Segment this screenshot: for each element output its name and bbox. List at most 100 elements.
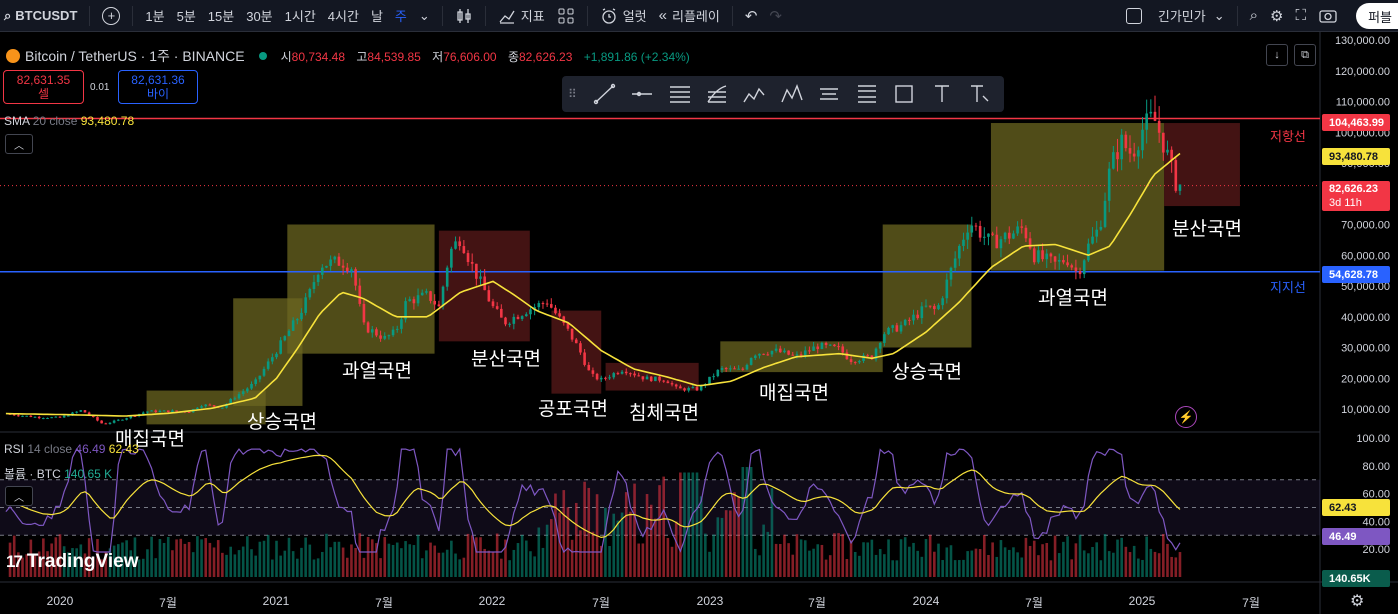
- chart-area[interactable]: 10,000.00 20,000.00 30,000.00 40,000.00 50,0…: [0, 32, 1398, 614]
- compare-button[interactable]: +: [96, 0, 126, 32]
- volume-bar: [279, 555, 282, 577]
- rsi-legend[interactable]: RSI 14 close 46.49 62.43: [4, 442, 139, 456]
- pattern-tool[interactable]: [736, 79, 773, 109]
- candle-body: [470, 262, 474, 264]
- candle-body: [987, 233, 990, 237]
- volume-bar: [196, 536, 199, 577]
- alert-label: 얼럿: [622, 9, 647, 24]
- candle-body: [387, 335, 391, 337]
- text-tool[interactable]: [923, 79, 960, 109]
- candle-body: [1128, 148, 1132, 154]
- volume-bar: [833, 533, 836, 577]
- grid-icon: [558, 8, 574, 23]
- candle-body: [1137, 150, 1140, 157]
- alert-button[interactable]: 얼럿: [594, 0, 653, 32]
- settings-button[interactable]: ⚙: [1264, 0, 1289, 32]
- chart-type-button[interactable]: [449, 0, 479, 32]
- time-axis[interactable]: 2020 7월 2021 7월 2022 7월 2023 7월 2024 7월 …: [0, 582, 1320, 614]
- layout-select[interactable]: 긴가민가 ⌄: [1120, 0, 1231, 32]
- volume-bar: [883, 554, 886, 577]
- candle-body: [958, 245, 961, 259]
- lightning-icon[interactable]: ⚡: [1175, 406, 1197, 428]
- quick-search-button[interactable]: ⌕: [1244, 0, 1264, 32]
- drag-handle-icon[interactable]: ⠿: [568, 87, 578, 101]
- rectangle-tool[interactable]: [886, 79, 923, 109]
- volume-bar: [1049, 560, 1053, 577]
- fib-tool[interactable]: [698, 79, 735, 109]
- volume-bar: [1132, 545, 1136, 577]
- replay-button[interactable]: « 리플레이: [653, 0, 726, 32]
- symbol-search[interactable]: ⌕ BTCUSDT: [0, 0, 83, 32]
- xabcd-tool[interactable]: [773, 79, 810, 109]
- time-label: 7월: [808, 596, 826, 610]
- interval-30m[interactable]: 30분: [240, 0, 278, 32]
- volume-legend[interactable]: 볼륨 · BTC 140.65 K: [4, 465, 112, 482]
- volume-bar: [271, 559, 274, 577]
- tradingview-logo[interactable]: 17 TradingView: [6, 551, 139, 573]
- candle-body: [200, 406, 203, 408]
- interval-4h[interactable]: 4시간: [322, 0, 365, 32]
- volume-bar: [529, 551, 532, 577]
- volume-bar: [1053, 535, 1057, 577]
- volume-bar: [612, 513, 616, 577]
- volume-bar: [1024, 537, 1028, 577]
- text-style-tool[interactable]: [961, 79, 998, 109]
- candle-body: [520, 316, 524, 319]
- volume-tag: 140.65K: [1322, 570, 1390, 587]
- trend-line-tool[interactable]: [586, 79, 623, 109]
- interval-1h[interactable]: 1시간: [279, 0, 322, 32]
- gear-icon[interactable]: ⚙: [1350, 591, 1364, 611]
- collapse-legend-button[interactable]: ︿: [5, 134, 33, 154]
- volume-bar: [908, 546, 911, 577]
- volume-bar: [345, 557, 349, 577]
- volume-bar: [525, 540, 528, 577]
- volume-bar: [753, 548, 757, 577]
- interval-dropdown[interactable]: ⌄: [413, 0, 436, 32]
- undo-button[interactable]: ↶: [739, 0, 764, 32]
- candle-body: [716, 369, 720, 377]
- scroll-down-button[interactable]: ↓: [1266, 44, 1288, 66]
- candle-body: [649, 376, 653, 382]
- candle-body: [425, 291, 428, 293]
- sell-button[interactable]: 82,631.35 셀: [3, 70, 84, 104]
- volume-bar: [1074, 543, 1078, 577]
- interval-1d[interactable]: 날: [365, 0, 389, 32]
- interval-5m[interactable]: 5분: [171, 0, 202, 32]
- candle-body: [79, 410, 83, 412]
- fullscreen-button[interactable]: ⛶: [1289, 0, 1312, 32]
- snapshot-button[interactable]: [1312, 0, 1344, 32]
- range-tool[interactable]: [848, 79, 885, 109]
- sma-price-tag: 93,480.78: [1322, 148, 1390, 165]
- horizontal-ray-tool[interactable]: [623, 79, 660, 109]
- candle-body: [196, 407, 199, 410]
- indicators-button[interactable]: 지표: [492, 0, 551, 32]
- publish-button[interactable]: 퍼블: [1356, 3, 1398, 29]
- sma-legend[interactable]: SMA 20 close 93,480.78: [4, 114, 134, 128]
- candle-body: [1124, 134, 1128, 149]
- redo-button[interactable]: ↷: [763, 0, 788, 32]
- candle-body: [350, 269, 353, 272]
- projection-tool[interactable]: [811, 79, 848, 109]
- interval-15m[interactable]: 15분: [202, 0, 240, 32]
- interval-1m[interactable]: 1분: [139, 0, 170, 32]
- chart-canvas[interactable]: 10,000.0020,000.0030,000.0040,000.0050,0…: [0, 32, 1398, 614]
- collapse-indicator-button[interactable]: ︿: [5, 486, 33, 506]
- candle-body: [17, 415, 20, 417]
- volume-bar: [633, 483, 636, 577]
- candle-body: [116, 419, 120, 421]
- candle-body: [891, 325, 894, 328]
- candle-body: [945, 279, 949, 299]
- divider: [731, 5, 733, 26]
- templates-button[interactable]: [551, 0, 581, 32]
- maximize-icon: ⧉: [1301, 48, 1309, 61]
- maximize-pane-button[interactable]: ⧉: [1294, 44, 1316, 66]
- candle-body: [104, 423, 108, 425]
- buy-button[interactable]: 82,631.36 바이: [118, 70, 198, 104]
- candle-body: [574, 339, 578, 344]
- parallel-channel-tool[interactable]: [661, 79, 698, 109]
- candle-body: [146, 411, 149, 413]
- volume-bar: [708, 551, 711, 577]
- interval-1w[interactable]: 주: [389, 0, 413, 32]
- rectangle-icon: [895, 85, 914, 103]
- volume-bar: [899, 539, 903, 577]
